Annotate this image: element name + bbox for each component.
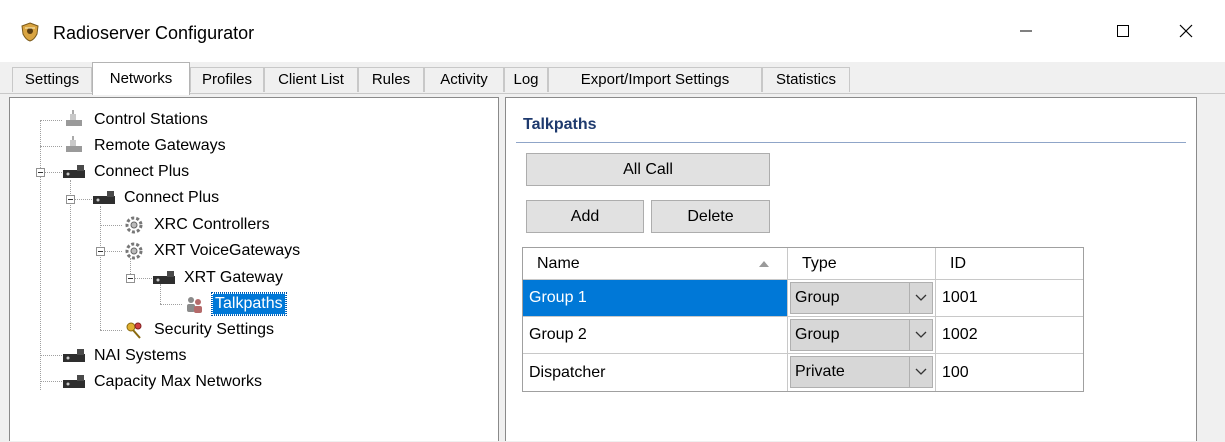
collapse-toggle[interactable] — [36, 168, 45, 177]
column-header-type[interactable]: Type — [788, 248, 936, 279]
tree-item-nai-systems[interactable]: NAI Systems — [62, 345, 188, 367]
chevron-down-icon[interactable] — [909, 283, 932, 313]
talkpaths-table: Name Type ID Group 1 Group 1001 Group 2 … — [522, 247, 1084, 392]
tab-log[interactable]: Log — [504, 67, 548, 92]
column-header-id[interactable]: ID — [936, 248, 1083, 279]
tree-item-security-settings[interactable]: Security Settings — [122, 319, 276, 341]
tree-item-control-stations[interactable]: Control Stations — [62, 109, 210, 131]
window-title: Radioserver Configurator — [53, 23, 255, 43]
table-row[interactable]: Group 2 Group 1002 — [523, 317, 1083, 354]
tree-item-xrt-gateway[interactable]: XRT Gateway — [152, 267, 285, 289]
tree-connector — [100, 225, 122, 226]
tab-statistics[interactable]: Statistics — [762, 67, 850, 92]
tree-connector — [160, 304, 182, 305]
tab-activity[interactable]: Activity — [424, 67, 504, 92]
tree-connector — [40, 381, 62, 382]
network-tree-panel[interactable]: Control Stations Remote Gateways Connect… — [9, 97, 499, 441]
minimize-button[interactable] — [1006, 14, 1046, 48]
name-cell[interactable]: Group 1 — [523, 280, 788, 316]
network-device-icon — [62, 162, 88, 182]
tree-connector — [40, 120, 41, 390]
app-shield-icon — [20, 22, 40, 42]
tree-item-talkpaths[interactable]: Talkpaths — [182, 292, 287, 316]
add-button[interactable]: Add — [526, 200, 644, 233]
tree-connector — [40, 120, 62, 121]
collapse-toggle[interactable] — [96, 247, 105, 256]
network-device-icon — [62, 346, 88, 366]
maximize-button[interactable] — [1103, 14, 1143, 48]
tab-networks[interactable]: Networks — [92, 62, 190, 95]
network-device-icon — [62, 372, 88, 392]
section-divider — [516, 142, 1186, 143]
collapse-toggle[interactable] — [66, 195, 75, 204]
type-cell: Private — [788, 354, 936, 391]
tree-item-remote-gateways[interactable]: Remote Gateways — [62, 135, 228, 157]
id-cell[interactable]: 1002 — [936, 317, 1083, 353]
close-button[interactable] — [1166, 14, 1206, 48]
type-dropdown[interactable]: Group — [790, 319, 933, 351]
tree-connector — [40, 355, 62, 356]
title-bar: Radioserver Configurator — [0, 0, 1225, 62]
type-dropdown[interactable]: Group — [790, 282, 933, 314]
chevron-down-icon[interactable] — [909, 320, 932, 350]
tab-settings[interactable]: Settings — [12, 67, 92, 92]
tree-item-xrt-voicegateways[interactable]: XRT VoiceGateways — [122, 240, 302, 262]
sort-ascending-icon — [759, 261, 769, 267]
table-header: Name Type ID — [523, 248, 1083, 280]
gear-icon — [122, 215, 148, 235]
collapse-toggle[interactable] — [126, 274, 135, 283]
radio-station-icon — [62, 110, 88, 130]
delete-button[interactable]: Delete — [651, 200, 770, 233]
chevron-down-icon[interactable] — [909, 357, 932, 387]
tree-item-connect-plus-child[interactable]: Connect Plus — [92, 187, 221, 209]
id-cell[interactable]: 100 — [936, 354, 1083, 391]
column-header-name[interactable]: Name — [523, 248, 788, 279]
id-cell[interactable]: 1001 — [936, 280, 1083, 316]
network-device-icon — [152, 268, 178, 288]
type-cell: Group — [788, 280, 936, 316]
section-title: Talkpaths — [523, 116, 597, 133]
gear-icon — [122, 241, 148, 261]
tab-rules[interactable]: Rules — [358, 67, 424, 92]
name-cell[interactable]: Dispatcher — [523, 354, 788, 391]
table-row[interactable]: Dispatcher Private 100 — [523, 354, 1083, 391]
name-cell[interactable]: Group 2 — [523, 317, 788, 353]
table-row[interactable]: Group 1 Group 1001 — [523, 280, 1083, 317]
tab-profiles[interactable]: Profiles — [190, 67, 264, 92]
tree-item-xrc-controllers[interactable]: XRC Controllers — [122, 214, 272, 236]
tab-client-list[interactable]: Client List — [264, 67, 358, 92]
tree-item-capacity-max-networks[interactable]: Capacity Max Networks — [62, 371, 264, 393]
tree-connector — [100, 330, 122, 331]
keys-icon — [122, 320, 148, 340]
people-icon — [182, 294, 208, 314]
radio-station-icon — [62, 136, 88, 156]
type-cell: Group — [788, 317, 936, 353]
window-edge — [1197, 97, 1225, 441]
type-dropdown[interactable]: Private — [790, 356, 933, 388]
tree-connector — [40, 146, 62, 147]
tab-export-import-settings[interactable]: Export/Import Settings — [548, 67, 762, 92]
tree-item-connect-plus[interactable]: Connect Plus — [62, 161, 191, 183]
all-call-button[interactable]: All Call — [526, 153, 770, 186]
network-device-icon — [92, 188, 118, 208]
